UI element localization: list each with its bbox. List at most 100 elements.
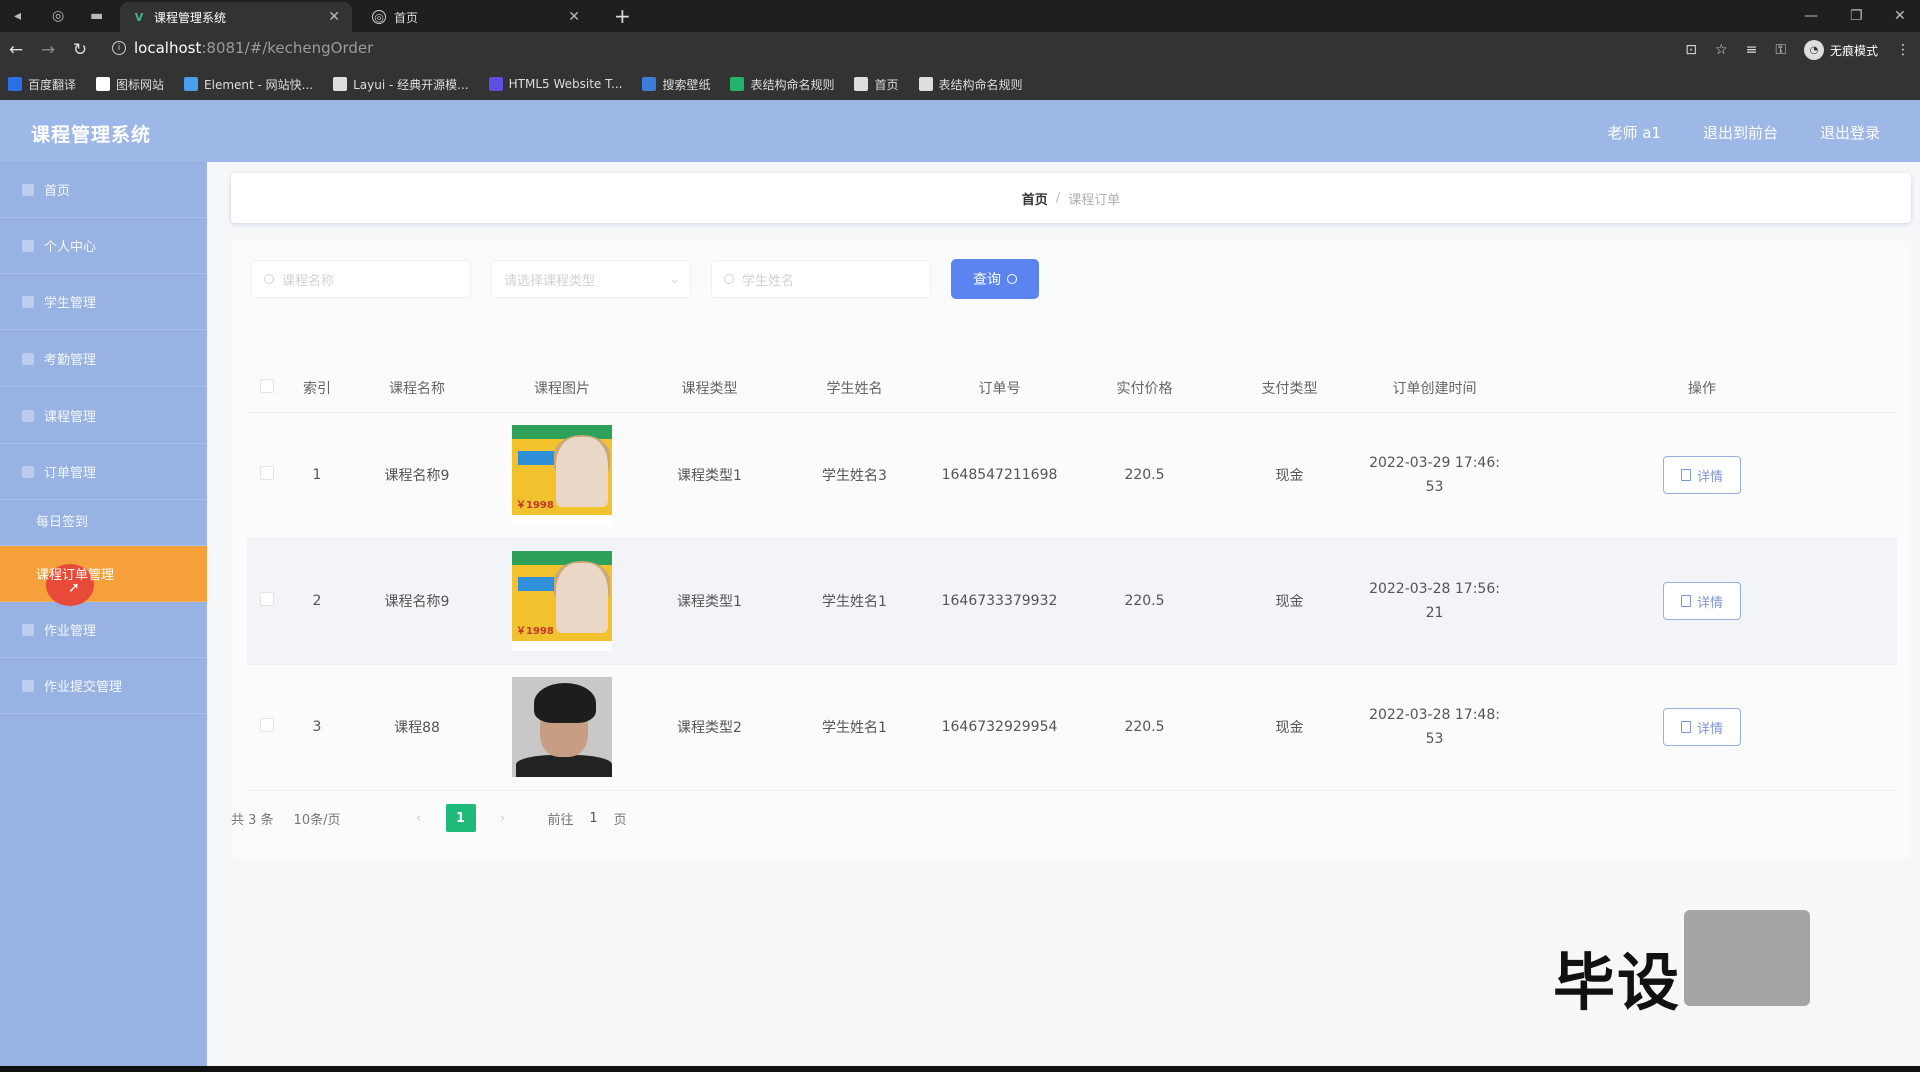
select-all-header (247, 364, 287, 413)
back-audio-icon[interactable]: ◂ (14, 0, 21, 32)
tab-title: 首页 (394, 10, 419, 25)
sidebar-item-homework-submissions[interactable]: 作业提交管理 (0, 658, 207, 714)
document-icon (1680, 469, 1691, 481)
browser-tab-bar: ◂ ◎ ▬ V 课程管理系统 ✕ ◎ 首页 ✕ + — ❐ ✕ (0, 0, 1920, 32)
sidebar-item-profile[interactable]: 个人中心 (0, 218, 207, 274)
row-checkbox[interactable] (260, 592, 274, 606)
bookmark-item[interactable]: Layui - 经典开源模... (333, 76, 469, 93)
student-name-cell: 学生姓名1 (782, 664, 927, 791)
student-name-placeholder: 学生姓名 (742, 273, 795, 289)
promo-price: ￥1998 (516, 500, 554, 511)
bookmark-item[interactable]: 图标网站 (96, 76, 164, 93)
table-row: 1 课程名称9 ￥1998 课程类型1 学生姓名3 1648547211698 … (247, 412, 1897, 539)
pay-type-cell: 现金 (1217, 664, 1362, 791)
course-image-cell: ￥1998 (487, 538, 637, 665)
page-size-select[interactable]: 10条/页 (294, 804, 384, 832)
close-icon[interactable]: ✕ (568, 9, 580, 25)
detail-button[interactable]: 详情 (1663, 456, 1741, 494)
star-icon[interactable]: ☆ (1715, 42, 1728, 58)
bookmark-item[interactable]: 搜索壁纸 (642, 76, 710, 93)
page-number-current[interactable]: 1 (445, 804, 476, 832)
index-cell: 1 (287, 412, 347, 539)
prev-page-icon[interactable]: ‹ (404, 811, 434, 826)
tab-search-icon[interactable]: ▬ (90, 0, 103, 32)
current-user-link[interactable]: 老师 a1 (1607, 122, 1661, 143)
sidebar-item-orders[interactable]: 订单管理 (0, 444, 207, 500)
app-header: 课程管理系统 老师 a1 退出到前台 退出登录 (0, 100, 1920, 162)
restore-icon[interactable]: ❐ (1850, 0, 1863, 32)
created-time-part: 2022-03-28 17:48: (1369, 707, 1500, 723)
order-list-card: 课程名称 请选择课程类型 ⌄ 学生姓名 查询 索引 课程名称 课程图片 课程类型… (231, 239, 1911, 859)
chevron-down-icon: ⌄ (669, 271, 680, 287)
key-icon[interactable]: ⚿ (1775, 42, 1786, 58)
goto-page-input[interactable]: 1 (574, 811, 614, 826)
row-checkbox[interactable] (260, 718, 274, 732)
detail-button[interactable]: 详情 (1663, 582, 1741, 620)
course-image: ￥1998 (512, 551, 612, 651)
column-header: 实付价格 (1072, 364, 1217, 413)
sidebar-item-students[interactable]: 学生管理 (0, 274, 207, 330)
reload-icon[interactable]: ↻ (64, 40, 96, 60)
pay-type-cell: 现金 (1217, 412, 1362, 539)
bookmark-item[interactable]: 首页 (854, 76, 899, 93)
sidebar-item-course-orders[interactable]: 课程订单管理 ➚ (0, 546, 207, 606)
next-page-icon[interactable]: › (488, 811, 518, 826)
sidebar-item-homework[interactable]: 作业管理 (0, 602, 207, 658)
query-button[interactable]: 查询 (951, 259, 1039, 299)
course-name-search-input[interactable]: 课程名称 (251, 260, 471, 298)
column-header: 索引 (287, 364, 347, 413)
bookmark-item[interactable]: 百度翻译 (8, 76, 76, 93)
bookmark-label: 百度翻译 (28, 77, 77, 92)
order-number-cell: 1646732929954 (927, 664, 1072, 791)
address-bar: ← → ↻ i localhost:8081/#/kechengOrder ⊡ … (0, 32, 1920, 68)
bookmark-item[interactable]: 表结构命名规则 (918, 76, 1023, 93)
row-checkbox[interactable] (260, 466, 274, 480)
close-icon[interactable]: ✕ (328, 9, 340, 25)
course-name-cell: 课程88 (347, 664, 487, 791)
search-icon (1007, 274, 1017, 284)
bookmark-icon (96, 77, 111, 91)
created-time-part: 2022-03-29 17:46: (1369, 455, 1500, 471)
bookmark-item[interactable]: HTML5 Website T... (488, 77, 622, 91)
menu-icon[interactable]: ⋮ (1896, 42, 1910, 58)
table-row: 3 课程88 课程类型2 学生姓名1 1646732929954 220.5 现… (247, 664, 1897, 791)
translate-icon[interactable]: ⊡ (1685, 42, 1697, 58)
detail-button-label: 详情 (1696, 469, 1723, 485)
bookmark-icon (854, 77, 869, 91)
page-suffix: 页 (613, 812, 627, 828)
go-frontend-link[interactable]: 退出到前台 (1703, 122, 1778, 143)
globe-icon[interactable]: ◎ (52, 0, 64, 32)
info-icon[interactable]: i (112, 41, 126, 55)
bookmarks-bar: 百度翻译 图标网站 Element - 网站快... Layui - 经典开源模...… (0, 68, 1920, 100)
row-select-cell (247, 664, 287, 791)
breadcrumb-home[interactable]: 首页 (1022, 189, 1048, 208)
sidebar-item-label: 作业提交管理 (44, 680, 123, 695)
tab-course-system[interactable]: V 课程管理系统 ✕ (120, 2, 352, 32)
detail-button[interactable]: 详情 (1663, 708, 1741, 746)
breadcrumb: 首页 / 课程订单 (231, 173, 1911, 223)
url-field[interactable]: i localhost:8081/#/kechengOrder (112, 39, 373, 57)
bookmark-item[interactable]: Element - 网站快... (184, 76, 313, 93)
pagination: 共 3 条 10条/页 ‹ 1 › 前往 1 页 (231, 804, 627, 832)
course-type-select[interactable]: 请选择课程类型 ⌄ (491, 260, 691, 298)
incognito-profile[interactable]: ◔ 无痕模式 (1803, 40, 1878, 60)
minimize-icon[interactable]: — (1804, 0, 1818, 32)
select-all-checkbox[interactable] (260, 378, 274, 393)
new-tab-icon[interactable]: + (614, 0, 631, 32)
logout-link[interactable]: 退出登录 (1820, 122, 1880, 143)
bookmark-item[interactable]: 表结构命名规则 (730, 76, 834, 93)
window-close-icon[interactable]: ✕ (1894, 0, 1906, 32)
student-name-search-input[interactable]: 学生姓名 (711, 260, 931, 298)
sidebar-item-courses[interactable]: 课程管理 (0, 388, 207, 444)
sidebar-item-attendance[interactable]: 考勤管理 (0, 331, 207, 387)
back-icon[interactable]: ← (0, 40, 32, 60)
created-time-cell: 2022-03-28 17:56: 21 (1362, 538, 1507, 665)
row-select-cell (247, 538, 287, 665)
reading-list-icon[interactable]: ≡ (1746, 42, 1758, 58)
tab-home[interactable]: ◎ 首页 ✕ (360, 2, 592, 32)
sidebar-item-home[interactable]: 首页 (0, 162, 207, 218)
forward-icon[interactable]: → (32, 40, 64, 60)
price-cell: 220.5 (1072, 664, 1217, 791)
course-type-cell: 课程类型1 (637, 412, 782, 539)
sidebar-item-daily-checkin[interactable]: 每日签到 (0, 496, 207, 546)
